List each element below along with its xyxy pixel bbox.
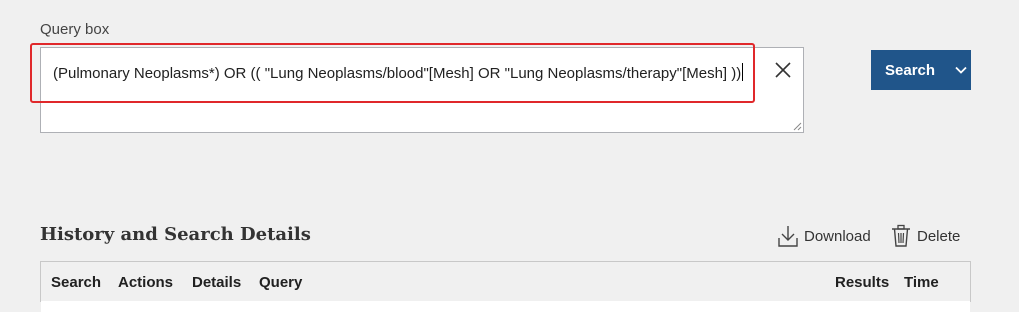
column-header-details[interactable]: Details xyxy=(192,274,241,291)
query-label: Query box xyxy=(40,21,110,38)
delete-button[interactable]: Delete xyxy=(891,224,960,248)
download-label: Download xyxy=(804,227,871,245)
column-header-time[interactable]: Time xyxy=(904,274,939,291)
search-button[interactable]: Search xyxy=(871,50,971,90)
column-header-search[interactable]: Search xyxy=(51,274,101,291)
delete-label: Delete xyxy=(917,227,961,245)
download-icon xyxy=(778,226,798,247)
search-button-label: Search xyxy=(885,61,936,79)
text-caret xyxy=(742,63,744,81)
trash-icon xyxy=(892,224,910,247)
history-table-header: Search Actions Details Query Results Tim… xyxy=(40,261,971,302)
chevron-down-icon xyxy=(955,66,967,74)
search-options-toggle[interactable] xyxy=(951,50,971,90)
close-icon xyxy=(775,62,791,78)
column-header-results[interactable]: Results xyxy=(835,274,889,291)
column-header-actions[interactable]: Actions xyxy=(118,274,173,291)
query-value: (Pulmonary Neoplasms*) OR (( "Lung Neopl… xyxy=(53,65,742,82)
history-title: History and Search Details xyxy=(40,224,311,245)
query-box[interactable]: (Pulmonary Neoplasms*) OR (( "Lung Neopl… xyxy=(40,47,804,133)
download-button[interactable]: Download xyxy=(778,224,871,248)
column-header-query[interactable]: Query xyxy=(259,274,302,291)
clear-query-button[interactable] xyxy=(762,50,804,90)
resize-grip-icon[interactable] xyxy=(793,122,802,131)
history-table-body xyxy=(41,301,970,312)
query-text[interactable]: (Pulmonary Neoplasms*) OR (( "Lung Neopl… xyxy=(53,63,744,82)
